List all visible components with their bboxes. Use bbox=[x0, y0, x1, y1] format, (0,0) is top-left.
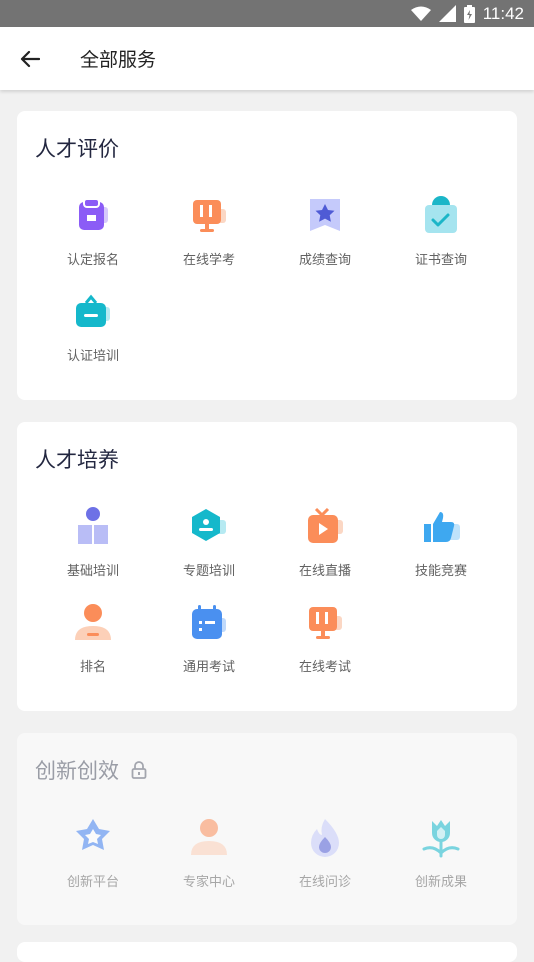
wifi-icon bbox=[410, 6, 431, 21]
clock: 11:42 bbox=[482, 3, 524, 23]
app-bar: 全部服务 bbox=[0, 27, 534, 90]
online-consult-icon bbox=[311, 819, 339, 857]
service-live-stream[interactable]: 在线直播 bbox=[267, 500, 383, 596]
section-innovation: 创新创效 创新平台 专家中心 在线问诊 创新成果 bbox=[17, 733, 517, 925]
page-title: 全部服务 bbox=[80, 49, 157, 71]
arrow-left-icon bbox=[20, 50, 40, 67]
battery-icon bbox=[463, 4, 475, 23]
expert-center-icon bbox=[191, 819, 227, 855]
certificate-query-icon bbox=[425, 196, 457, 233]
section-talent-training: 人才培养 基础培训 专题培训 在线直播 技能竞赛 排名 通用考试 在线考试 bbox=[17, 422, 517, 711]
innovation-result-icon bbox=[422, 820, 460, 858]
service-innovation-platform[interactable]: 创新平台 bbox=[35, 811, 151, 907]
section-title: 人才评价 bbox=[35, 137, 119, 161]
service-online-study[interactable]: 在线学考 bbox=[151, 189, 267, 285]
service-expert-center[interactable]: 专家中心 bbox=[151, 811, 267, 907]
service-certification-training[interactable]: 认证培训 bbox=[35, 285, 151, 381]
service-basic-training[interactable]: 基础培训 bbox=[35, 500, 151, 596]
section-talent-evaluation: 人才评价 认定报名 在线学考 成绩查询 证书查询 认证培训 bbox=[17, 111, 517, 400]
service-ranking[interactable]: 排名 bbox=[35, 596, 151, 692]
service-online-exam[interactable]: 在线考试 bbox=[267, 596, 383, 692]
section-title: 人才培养 bbox=[35, 448, 119, 472]
innovation-platform-icon bbox=[76, 819, 110, 850]
live-stream-icon bbox=[308, 507, 343, 543]
ranking-icon bbox=[75, 604, 111, 640]
service-register[interactable]: 认定报名 bbox=[35, 189, 151, 285]
lock-icon bbox=[131, 761, 147, 779]
section-title: 创新创效 bbox=[35, 759, 119, 783]
service-online-consult[interactable]: 在线问诊 bbox=[267, 811, 383, 907]
status-bar: 11:42 bbox=[0, 0, 534, 27]
general-exam-icon bbox=[192, 605, 226, 639]
skill-contest-icon bbox=[424, 512, 460, 542]
back-button[interactable] bbox=[0, 27, 60, 90]
service-certificate-query[interactable]: 证书查询 bbox=[383, 189, 499, 285]
service-skill-contest[interactable]: 技能竞赛 bbox=[383, 500, 499, 596]
online-exam-icon bbox=[309, 607, 342, 639]
register-icon bbox=[79, 198, 108, 230]
basic-training-icon bbox=[78, 507, 108, 544]
signal-icon bbox=[438, 5, 456, 22]
service-score-query[interactable]: 成绩查询 bbox=[267, 189, 383, 285]
next-section-card bbox=[17, 942, 517, 962]
service-topic-training[interactable]: 专题培训 bbox=[151, 500, 267, 596]
certification-training-icon bbox=[76, 294, 110, 327]
score-query-icon bbox=[310, 199, 340, 231]
service-general-exam[interactable]: 通用考试 bbox=[151, 596, 267, 692]
topic-training-icon bbox=[192, 509, 226, 541]
online-study-icon bbox=[193, 200, 226, 232]
service-innovation-result[interactable]: 创新成果 bbox=[383, 811, 499, 907]
